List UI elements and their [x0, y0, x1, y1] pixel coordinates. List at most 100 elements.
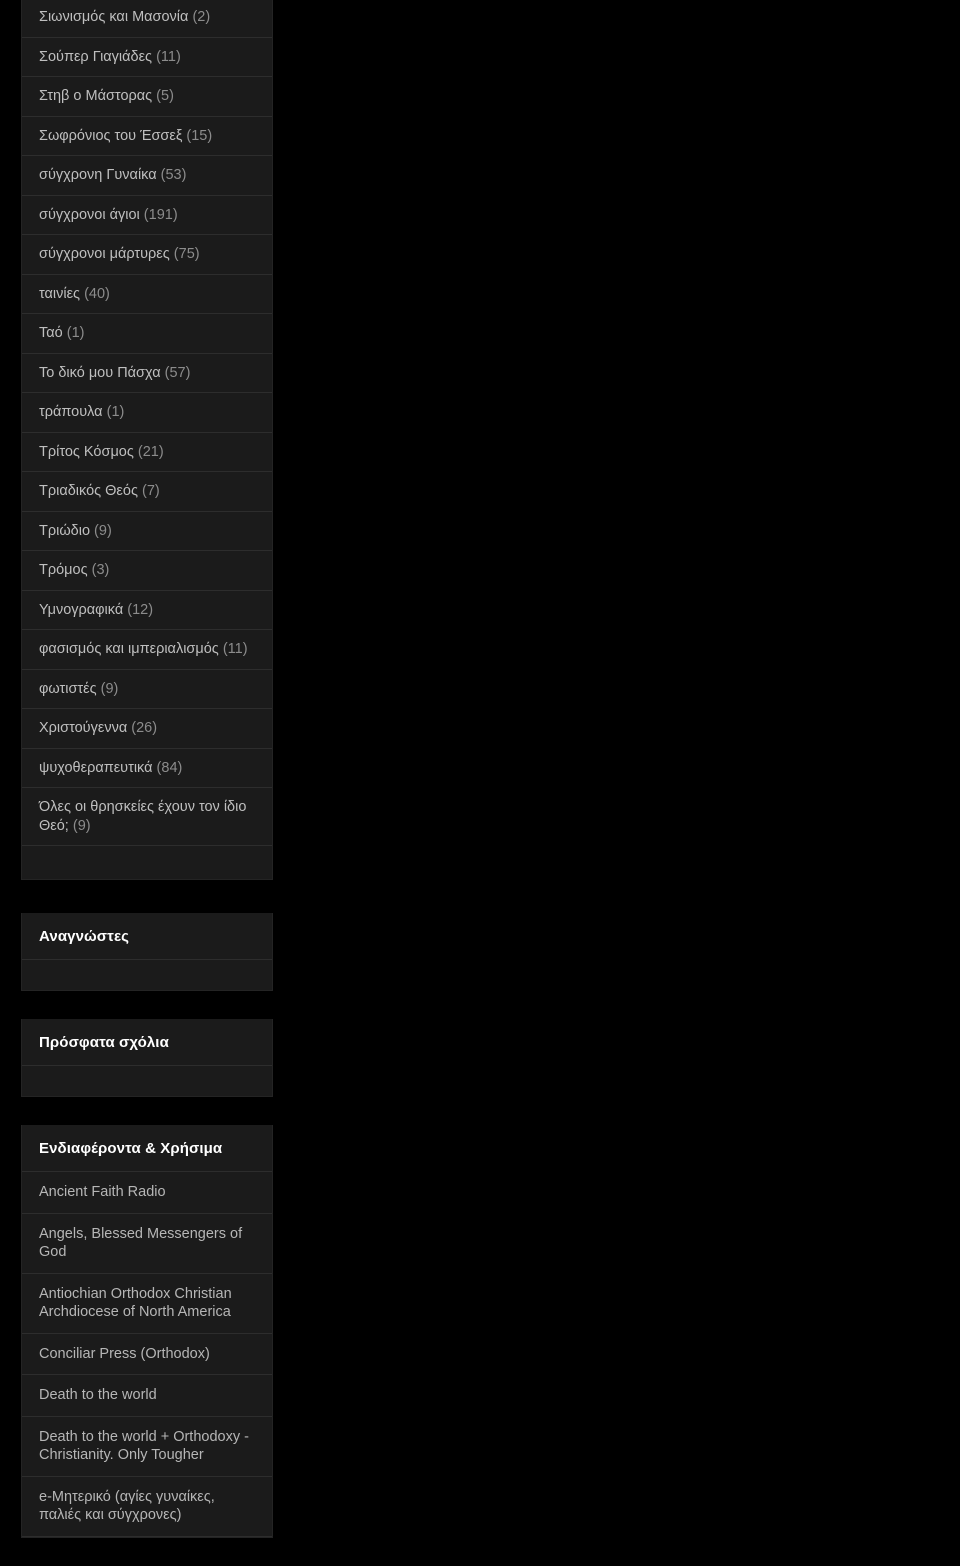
- label-count: (191): [143, 206, 178, 223]
- label-link[interactable]: σύγχρονοι άγιοι (191): [22, 196, 272, 235]
- followers-widget-body: [22, 960, 272, 990]
- label-count: (57): [164, 364, 191, 381]
- label-link[interactable]: Στηβ ο Μάστορας (5): [22, 77, 272, 116]
- list-item: ταινίες (40): [22, 275, 272, 314]
- label-link[interactable]: σύγχρονη Γυναίκα (53): [22, 156, 272, 195]
- label-link[interactable]: Σωφρόνιος του Έσσεξ (15): [22, 117, 272, 156]
- list-item: φωτιστές (9): [22, 670, 272, 709]
- links-widget-title: Ενδιαφέροντα & Χρήσιμα: [22, 1125, 272, 1172]
- label-name: Υμνογραφικά: [39, 601, 124, 618]
- list-item: τράπουλα (1): [22, 393, 272, 433]
- label-name: τράπουλα: [39, 404, 103, 420]
- label-link[interactable]: ψυχοθεραπευτικά (84): [22, 749, 272, 788]
- label-name: φωτιστές: [39, 680, 97, 697]
- sidebar: Σιωνισμός και Μασονία (2) Σούπερ Γιαγιάδε…: [21, 0, 273, 1566]
- label-link[interactable]: Το δικό μου Πάσχα (57): [22, 354, 272, 393]
- label-name: Όλες οι θρησκείες έχουν τον ίδιο Θεό;: [39, 799, 247, 834]
- followers-widget-title: Αναγνώστες: [22, 913, 272, 960]
- label-count: (53): [160, 167, 187, 183]
- labels-list: Σιωνισμός και Μασονία (2) Σούπερ Γιαγιάδε…: [22, 0, 272, 846]
- list-item: Angels, Blessed Messengers of God: [22, 1214, 272, 1274]
- label-name: ταινίες: [39, 285, 81, 302]
- label-link[interactable]: Σιωνισμός και Μασονία (2): [22, 0, 272, 37]
- label-count: (3): [91, 562, 110, 578]
- label-count: (9): [100, 680, 119, 697]
- label-link[interactable]: φασισμός και ιμπεριαλισμός (11): [22, 630, 272, 669]
- label-count: (5): [156, 88, 174, 104]
- label-name: σύγχρονοι άγιοι: [39, 206, 140, 223]
- label-link[interactable]: τράπουλα (1): [22, 393, 272, 432]
- external-link[interactable]: Ancient Faith Radio: [22, 1172, 272, 1213]
- list-item: Ταό (1): [22, 314, 272, 354]
- list-item: σύγχρονη Γυναίκα (53): [22, 156, 272, 196]
- label-name: Σούπερ Γιαγιάδες: [39, 48, 153, 65]
- list-item: Όλες οι θρησκείες έχουν τον ίδιο Θεό; (9…: [22, 788, 272, 846]
- label-link[interactable]: ταινίες (40): [22, 275, 272, 314]
- links-widget: Ενδιαφέροντα & Χρήσιμα Ancient Faith Rad…: [21, 1125, 273, 1538]
- recent-comments-widget: Πρόσφατα σχόλια: [21, 1019, 273, 1097]
- label-link[interactable]: Τρόμος (3): [22, 551, 272, 590]
- list-item: Τριώδιο (9): [22, 512, 272, 551]
- label-count: (9): [94, 522, 112, 539]
- list-item: φασισμός και ιμπεριαλισμός (11): [22, 630, 272, 670]
- label-name: Τριώδιο: [39, 522, 91, 539]
- label-link[interactable]: σύγχρονοι μάρτυρες (75): [22, 235, 272, 274]
- links-list: Ancient Faith Radio Angels, Blessed Messe…: [22, 1172, 272, 1537]
- external-link[interactable]: Angels, Blessed Messengers of God: [22, 1214, 272, 1273]
- label-name: ψυχοθεραπευτικά: [39, 759, 153, 776]
- label-link[interactable]: Τρίτος Κόσμος (21): [22, 433, 272, 472]
- label-name: Χριστούγεννα: [39, 720, 128, 736]
- label-link[interactable]: Όλες οι θρησκείες έχουν τον ίδιο Θεό; (9…: [22, 788, 272, 845]
- label-count: (21): [137, 443, 164, 460]
- list-item: Υμνογραφικά (12): [22, 591, 272, 630]
- label-name: φασισμός και ιμπεριαλισμός: [39, 641, 219, 657]
- list-item: e-Μητερικό (αγίες γυναίκες, παλιές και σ…: [22, 1477, 272, 1537]
- label-link[interactable]: Χριστούγεννα (26): [22, 709, 272, 748]
- label-link[interactable]: Τριαδικός Θεός (7): [22, 472, 272, 511]
- list-item: Σιωνισμός και Μασονία (2): [22, 0, 272, 38]
- label-count: (9): [72, 817, 91, 834]
- list-item: Σούπερ Γιαγιάδες (11): [22, 38, 272, 77]
- label-count: (40): [84, 285, 110, 302]
- label-count: (1): [106, 404, 125, 420]
- label-name: Τριαδικός Θεός: [39, 483, 138, 499]
- label-count: (15): [186, 127, 213, 144]
- label-name: Σωφρόνιος του Έσσεξ: [39, 127, 183, 144]
- external-link[interactable]: Antiochian Orthodox Christian Archdioces…: [22, 1274, 272, 1333]
- recent-comments-widget-title: Πρόσφατα σχόλια: [22, 1019, 272, 1066]
- label-count: (26): [131, 720, 158, 736]
- label-count: (11): [156, 48, 181, 65]
- label-link[interactable]: Υμνογραφικά (12): [22, 591, 272, 630]
- list-item: Death to the world: [22, 1375, 272, 1417]
- list-item: Τριαδικός Θεός (7): [22, 472, 272, 512]
- external-link[interactable]: Death to the world + Orthodoxy - Christi…: [22, 1417, 272, 1476]
- label-name: σύγχρονοι μάρτυρες: [39, 246, 170, 262]
- label-link[interactable]: φωτιστές (9): [22, 670, 272, 709]
- list-item: Antiochian Orthodox Christian Archdioces…: [22, 1274, 272, 1334]
- list-item: Το δικό μου Πάσχα (57): [22, 354, 272, 393]
- list-item: Death to the world + Orthodoxy - Christi…: [22, 1417, 272, 1477]
- list-item: Χριστούγεννα (26): [22, 709, 272, 749]
- label-link[interactable]: Ταό (1): [22, 314, 272, 353]
- list-item: Σωφρόνιος του Έσσεξ (15): [22, 117, 272, 156]
- label-name: Σιωνισμός και Μασονία: [39, 9, 189, 25]
- list-item: Ancient Faith Radio: [22, 1172, 272, 1214]
- list-item: σύγχρονοι μάρτυρες (75): [22, 235, 272, 275]
- label-count: (11): [222, 641, 248, 657]
- external-link[interactable]: Conciliar Press (Orthodox): [22, 1334, 272, 1375]
- label-name: Ταό: [39, 325, 63, 341]
- list-item: σύγχρονοι άγιοι (191): [22, 196, 272, 235]
- list-item: Τρίτος Κόσμος (21): [22, 433, 272, 472]
- label-name: Στηβ ο Μάστορας: [39, 88, 153, 104]
- external-link[interactable]: e-Μητερικό (αγίες γυναίκες, παλιές και σ…: [22, 1477, 272, 1536]
- label-count: (1): [66, 325, 85, 341]
- label-count: (7): [141, 483, 160, 499]
- label-count: (12): [127, 601, 154, 618]
- external-link[interactable]: Death to the world: [22, 1375, 272, 1416]
- label-link[interactable]: Σούπερ Γιαγιάδες (11): [22, 38, 272, 77]
- label-name: Τρίτος Κόσμος: [39, 443, 134, 460]
- page-root: Σιωνισμός και Μασονία (2) Σούπερ Γιαγιάδε…: [0, 0, 960, 1538]
- label-link[interactable]: Τριώδιο (9): [22, 512, 272, 551]
- label-name: Τρόμος: [39, 562, 88, 578]
- list-item: Στηβ ο Μάστορας (5): [22, 77, 272, 117]
